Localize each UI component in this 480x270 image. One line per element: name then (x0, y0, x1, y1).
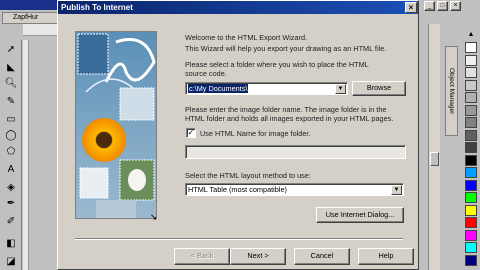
image-folder-input[interactable] (185, 145, 406, 159)
zoom-tool-icon[interactable]: 🔍︎ (4, 76, 18, 90)
scrollbar-thumb[interactable] (430, 152, 439, 166)
palette-swatch[interactable] (465, 229, 477, 241)
palette-swatch[interactable] (465, 217, 477, 228)
chevron-down-icon[interactable]: ▼ (335, 84, 346, 94)
palette-swatch[interactable] (465, 104, 477, 116)
back-button[interactable]: < Back (174, 248, 230, 265)
palette-swatch[interactable] (465, 92, 477, 103)
palette-swatch[interactable] (465, 117, 477, 128)
welcome-text: Welcome to the HTML Export Wizard. (185, 33, 308, 42)
dialog-title: Publish To Internet (58, 1, 418, 14)
use-internet-dialog-button[interactable]: Use Internet Dialog... (316, 207, 404, 223)
palette-swatch[interactable] (465, 254, 477, 266)
wizard-illustration (75, 31, 157, 219)
text-tool-icon[interactable]: A (4, 162, 18, 176)
use-html-name-label: Use HTML Name for image folder. (200, 129, 311, 138)
app-title-bar (0, 0, 60, 10)
fill-tool-icon[interactable]: ◧ (4, 236, 18, 250)
browse-button[interactable]: Browse (352, 81, 406, 96)
palette-swatch[interactable] (465, 67, 477, 78)
palette-swatch[interactable] (465, 192, 477, 203)
folder-dropdown[interactable]: c:\My Documents\ ▼ (185, 82, 348, 95)
close-icon[interactable]: × (405, 2, 417, 13)
layout-prompt: Select the HTML layout method to use: (185, 171, 311, 180)
document-tab[interactable]: ZapfHur (2, 12, 58, 24)
horizontal-ruler (23, 24, 59, 36)
palette-swatch[interactable] (465, 242, 477, 253)
cancel-button[interactable]: Cancel (294, 248, 350, 265)
folder-prompt-line1: Please select a folder where you wish to… (185, 60, 369, 69)
outline-tool-icon[interactable]: ✐ (4, 214, 18, 228)
palette-swatch[interactable] (465, 142, 477, 153)
layout-dropdown-value: HTML Table (most compatible) (188, 185, 287, 194)
close-app-icon[interactable]: × (450, 1, 461, 11)
mouse-cursor-icon: ➘ (150, 212, 158, 222)
palette-swatch[interactable] (465, 179, 477, 191)
window-controls: _ □ × (420, 0, 480, 12)
color-palette (464, 40, 478, 268)
eyedropper-tool-icon[interactable]: ✒ (4, 196, 18, 210)
image-prompt-line2: HTML folder and holds all images exporte… (185, 114, 394, 123)
vertical-scrollbar[interactable] (428, 24, 440, 270)
palette-swatch[interactable] (465, 129, 477, 141)
maximize-icon[interactable]: □ (437, 1, 448, 11)
object-manager-tab[interactable]: Object Manager (445, 46, 458, 136)
image-prompt-line1: Please enter the image folder name. The … (185, 105, 387, 114)
layout-dropdown[interactable]: HTML Table (most compatible) ▼ (185, 183, 404, 196)
pick-tool-icon[interactable]: ➚ (4, 42, 18, 56)
use-html-name-checkbox[interactable]: ✓ (186, 128, 196, 138)
folder-prompt-line2: source code. (185, 69, 227, 78)
separator (75, 238, 403, 240)
ellipse-tool-icon[interactable]: ◯ (4, 128, 18, 142)
folder-dropdown-value: c:\My Documents\ (188, 84, 249, 93)
help-button[interactable]: Help (358, 248, 414, 265)
palette-swatch[interactable] (465, 79, 477, 91)
palette-swatch[interactable] (465, 204, 477, 216)
interactive-fill-icon[interactable]: ◪ (4, 254, 18, 268)
palette-swatch[interactable] (465, 167, 477, 178)
palette-scroll-up-icon[interactable]: ▲ (464, 30, 478, 39)
next-button[interactable]: Next > (230, 248, 286, 265)
publish-dialog: Publish To Internet × Welcome to the HTM… (57, 0, 419, 270)
rectangle-tool-icon[interactable]: ▭ (4, 112, 18, 126)
toolbox: ➚ ◣ 🔍︎ ✎ ▭ ◯ ⬠ A ◈ ✒ ✐ ◧ ◪ (0, 40, 22, 270)
interactive-tool-icon[interactable]: ◈ (4, 180, 18, 194)
intro-text: This Wizard will help you export your dr… (185, 44, 387, 53)
palette-swatch[interactable] (465, 154, 477, 166)
minimize-icon[interactable]: _ (424, 1, 435, 11)
palette-swatch[interactable] (465, 42, 477, 53)
vertical-ruler (23, 40, 29, 270)
chevron-down-icon[interactable]: ▼ (391, 185, 402, 195)
freehand-tool-icon[interactable]: ✎ (4, 94, 18, 108)
polygon-tool-icon[interactable]: ⬠ (4, 144, 18, 158)
palette-swatch[interactable] (465, 54, 477, 66)
shape-tool-icon[interactable]: ◣ (4, 60, 18, 74)
